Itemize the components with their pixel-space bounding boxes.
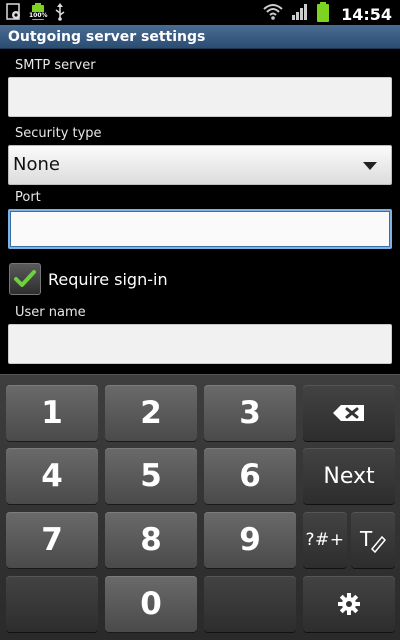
status-bar-notifications: 100%: [6, 3, 66, 25]
security-type-label: Security type: [15, 126, 102, 141]
numeric-keyboard: 1 2 3 4 5 6 Next 7 8 9 ?#+ T 0: [0, 374, 400, 640]
key-3[interactable]: 3: [204, 385, 296, 441]
wifi-icon: [263, 3, 283, 25]
signal-icon: [291, 3, 309, 25]
backspace-icon: [333, 405, 364, 421]
security-type-select[interactable]: None: [8, 145, 392, 185]
handwriting-icon: T: [360, 527, 386, 553]
port-label: Port: [15, 190, 41, 205]
key-4[interactable]: 4: [6, 448, 98, 504]
next-key-label: Next: [323, 463, 375, 489]
key-7[interactable]: 7: [6, 512, 98, 568]
clock: 14:54: [341, 4, 392, 24]
port-input[interactable]: [8, 209, 392, 249]
security-type-value: None: [13, 154, 60, 175]
checkmark-icon: [14, 270, 36, 287]
empty-key-left: [6, 576, 98, 632]
key-1[interactable]: 1: [6, 385, 98, 441]
require-signin-label: Require sign-in: [48, 270, 168, 289]
battery-badge: 100%: [29, 12, 48, 19]
key-5[interactable]: 5: [105, 448, 197, 504]
handwriting-key[interactable]: T: [351, 512, 395, 568]
key-6[interactable]: 6: [204, 448, 296, 504]
symbols-key-label: ?#+: [305, 530, 345, 550]
key-0[interactable]: 0: [105, 576, 197, 632]
usb-icon: [54, 3, 66, 25]
status-bar: 100% 14:54: [0, 0, 400, 25]
smtp-server-input[interactable]: [8, 77, 392, 117]
user-name-input[interactable]: [8, 324, 392, 364]
battery-icon: [317, 2, 330, 26]
key-2[interactable]: 2: [105, 385, 197, 441]
settings-gear-icon: [338, 593, 360, 615]
settings-app-icon: [6, 3, 22, 25]
screen: 100% 14:54 Outgoing server settings SMTP…: [0, 0, 400, 640]
key-9[interactable]: 9: [204, 512, 296, 568]
backspace-key[interactable]: [303, 385, 395, 441]
key-8[interactable]: 8: [105, 512, 197, 568]
smtp-server-label: SMTP server: [15, 58, 96, 73]
user-name-label: User name: [15, 305, 86, 320]
page-title: Outgoing server settings: [0, 25, 400, 49]
keyboard-settings-key[interactable]: [303, 576, 395, 632]
status-bar-system: 14:54: [263, 2, 392, 26]
symbols-key[interactable]: ?#+: [303, 512, 347, 568]
dropdown-arrow-icon: [363, 162, 377, 170]
require-signin-checkbox[interactable]: [9, 263, 41, 295]
next-key[interactable]: Next: [303, 448, 395, 504]
empty-key-right: [204, 576, 296, 632]
battery-100-notification-icon: 100%: [29, 3, 48, 25]
